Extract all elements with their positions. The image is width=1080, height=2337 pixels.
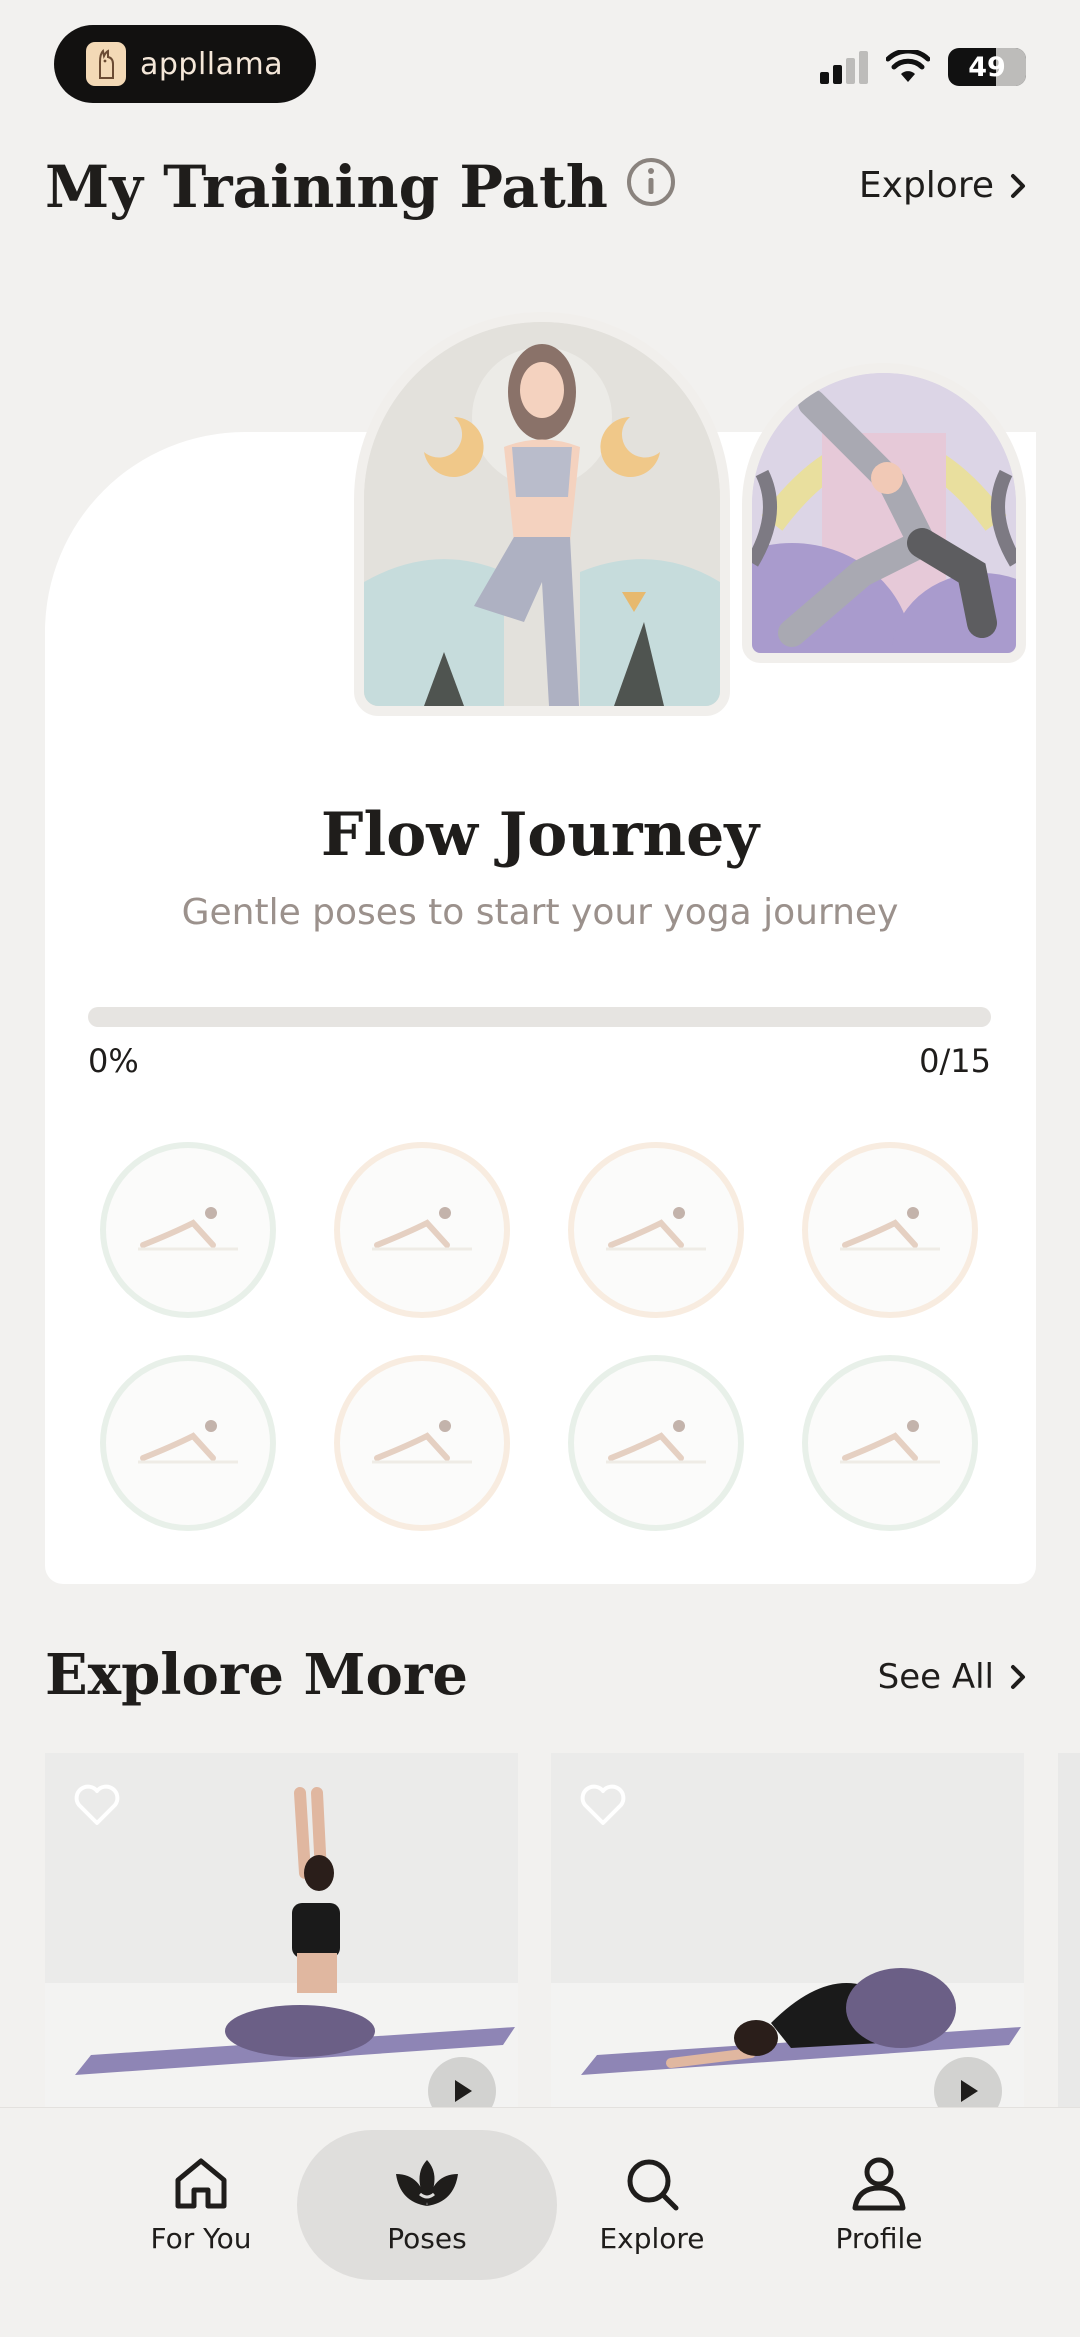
- progress-count: 0/15: [919, 1042, 991, 1080]
- pose-circle[interactable]: [334, 1142, 510, 1318]
- journey-subtitle: Gentle poses to start your yoga journey: [181, 892, 899, 933]
- journey-title: Flow Journey: [320, 800, 760, 870]
- pose-circle[interactable]: [568, 1355, 744, 1531]
- page-title-text: My Training Path: [45, 153, 608, 221]
- child-pose-icon: [367, 1406, 477, 1480]
- page-title: My Training Path: [45, 152, 676, 222]
- tab-label: Explore: [599, 2221, 705, 2255]
- progress-percent: 0%: [88, 1042, 139, 1080]
- tab-label: Poses: [387, 2221, 467, 2255]
- bottom-tab-bar: For You Poses Explore Profile: [0, 2107, 1080, 2337]
- pose-circle[interactable]: [802, 1142, 978, 1318]
- journey-side-illustration: [742, 363, 1026, 663]
- battery-level: 49: [968, 51, 1006, 83]
- favorite-heart-icon[interactable]: [73, 1783, 121, 1831]
- see-all-label: See All: [877, 1657, 994, 1697]
- chevron-right-icon: [1011, 173, 1025, 198]
- cellular-signal-icon: [820, 51, 868, 84]
- cobra-pose-icon: [367, 1193, 477, 1267]
- pose-grid: [100, 1142, 980, 1532]
- battery-indicator: 49: [948, 48, 1026, 86]
- video-card-child-pose[interactable]: [551, 1753, 1024, 2113]
- pose-circle[interactable]: [568, 1142, 744, 1318]
- seated-twist-pose-icon: [835, 1406, 945, 1480]
- tab-profile[interactable]: Profile: [764, 2130, 994, 2280]
- favorite-heart-icon[interactable]: [579, 1783, 627, 1831]
- pose-circle[interactable]: [100, 1355, 276, 1531]
- app-name: appllama: [140, 46, 284, 82]
- journey-main-illustration: [354, 312, 730, 716]
- explore-link[interactable]: Explore: [859, 165, 1026, 206]
- reclined-pose-icon: [601, 1406, 711, 1480]
- lotus-icon: [396, 2159, 458, 2206]
- llama-logo-icon: [86, 42, 126, 86]
- tab-label: Profile: [835, 2221, 923, 2255]
- explore-more-title: Explore More: [45, 1642, 468, 1708]
- tab-for-you[interactable]: For You: [86, 2130, 316, 2280]
- pose-circle[interactable]: [334, 1355, 510, 1531]
- see-all-link[interactable]: See All: [878, 1657, 1026, 1697]
- pose-circle[interactable]: [100, 1142, 276, 1318]
- downward-dog-pose-icon: [133, 1406, 243, 1480]
- explore-link-label: Explore: [858, 165, 994, 206]
- chevron-right-icon: [1011, 1665, 1025, 1689]
- status-icons: 49: [818, 48, 1026, 86]
- tab-explore[interactable]: Explore: [537, 2130, 767, 2280]
- video-card-seated-arms-up[interactable]: [45, 1753, 518, 2113]
- staff-pose-icon: [835, 1193, 945, 1267]
- app-badge[interactable]: appllama: [54, 25, 316, 103]
- info-icon[interactable]: [626, 152, 676, 222]
- tab-label: For You: [150, 2221, 252, 2255]
- journey-progress-bar: [88, 1007, 991, 1027]
- home-icon: [175, 2158, 227, 2208]
- thread-needle-pose-icon: [601, 1193, 711, 1267]
- video-card-partial[interactable]: [1058, 1753, 1080, 2113]
- pose-circle[interactable]: [802, 1355, 978, 1531]
- profile-icon: [852, 2157, 906, 2210]
- wifi-icon: [886, 50, 930, 82]
- cat-cow-pose-icon: [133, 1193, 243, 1267]
- tab-poses[interactable]: Poses: [297, 2130, 557, 2280]
- search-icon: [627, 2159, 679, 2210]
